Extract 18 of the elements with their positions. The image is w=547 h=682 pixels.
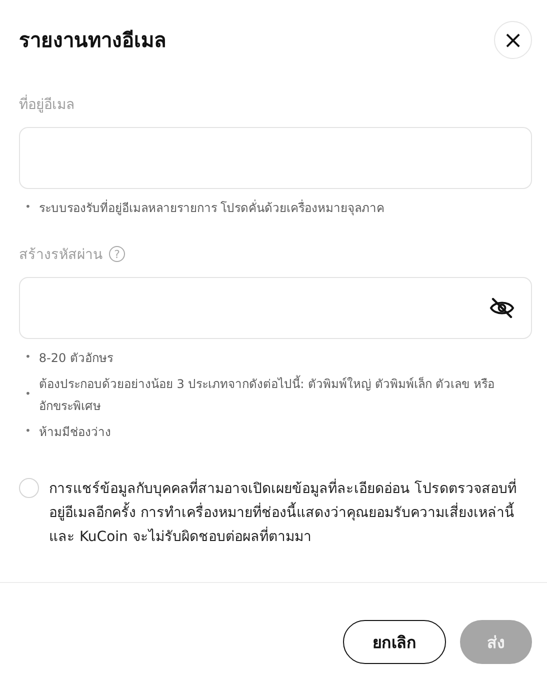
close-button[interactable]: × <box>494 21 532 59</box>
consent-text: การแชร์ข้อมูลกับบุคคลที่สามอาจเปิดเผยข้อมูลที่ละเอียดอ่อน โปรดตรวจสอบที่อยู่อีเมลอีกครั้ง การทำเครื่องหมายที่ช่องนี้แสดงว่าคุณยอมรับความเสี่ยงเหล่านี้และ KuCoin จะไม่รับผิดชอบต่อผลที่ตามมา <box>49 477 519 549</box>
hint-text: ระบบรองรับที่อยู่อีเมลหลายรายการ โปรดคั่นด้วยเครื่องหมายจุลภาค <box>38 198 385 218</box>
bullet-icon: • <box>25 421 31 443</box>
hint-text: ห้ามมีช่องว่าง <box>38 424 111 441</box>
eye-icon[interactable] <box>489 296 515 320</box>
cancel-button[interactable]: ยกเลิก <box>343 620 446 664</box>
checkbox[interactable] <box>19 478 39 498</box>
bullet-icon: • <box>25 384 31 406</box>
dialog-title: รายงานทางอีเมล <box>19 27 166 54</box>
hint-text: ต้องประกอบด้วยอย่างน้อย 3 ประเภทจากดังต่อไปนี้: ตัวพิมพ์ใหญ่ ตัวพิมพ์เล็ก ตัวเลข หรืออักขระพิเศษ <box>38 374 496 415</box>
bullet-icon: • <box>25 197 31 219</box>
password-field[interactable] <box>19 277 532 339</box>
field-label: สร้างรหัสผ่าน <box>19 246 103 265</box>
bullet-icon: • <box>25 347 31 369</box>
email-field[interactable] <box>19 127 532 189</box>
field-label: ที่อยู่อีเมล <box>19 93 75 115</box>
hint-text: 8-20 ตัวอักษร <box>38 350 113 367</box>
